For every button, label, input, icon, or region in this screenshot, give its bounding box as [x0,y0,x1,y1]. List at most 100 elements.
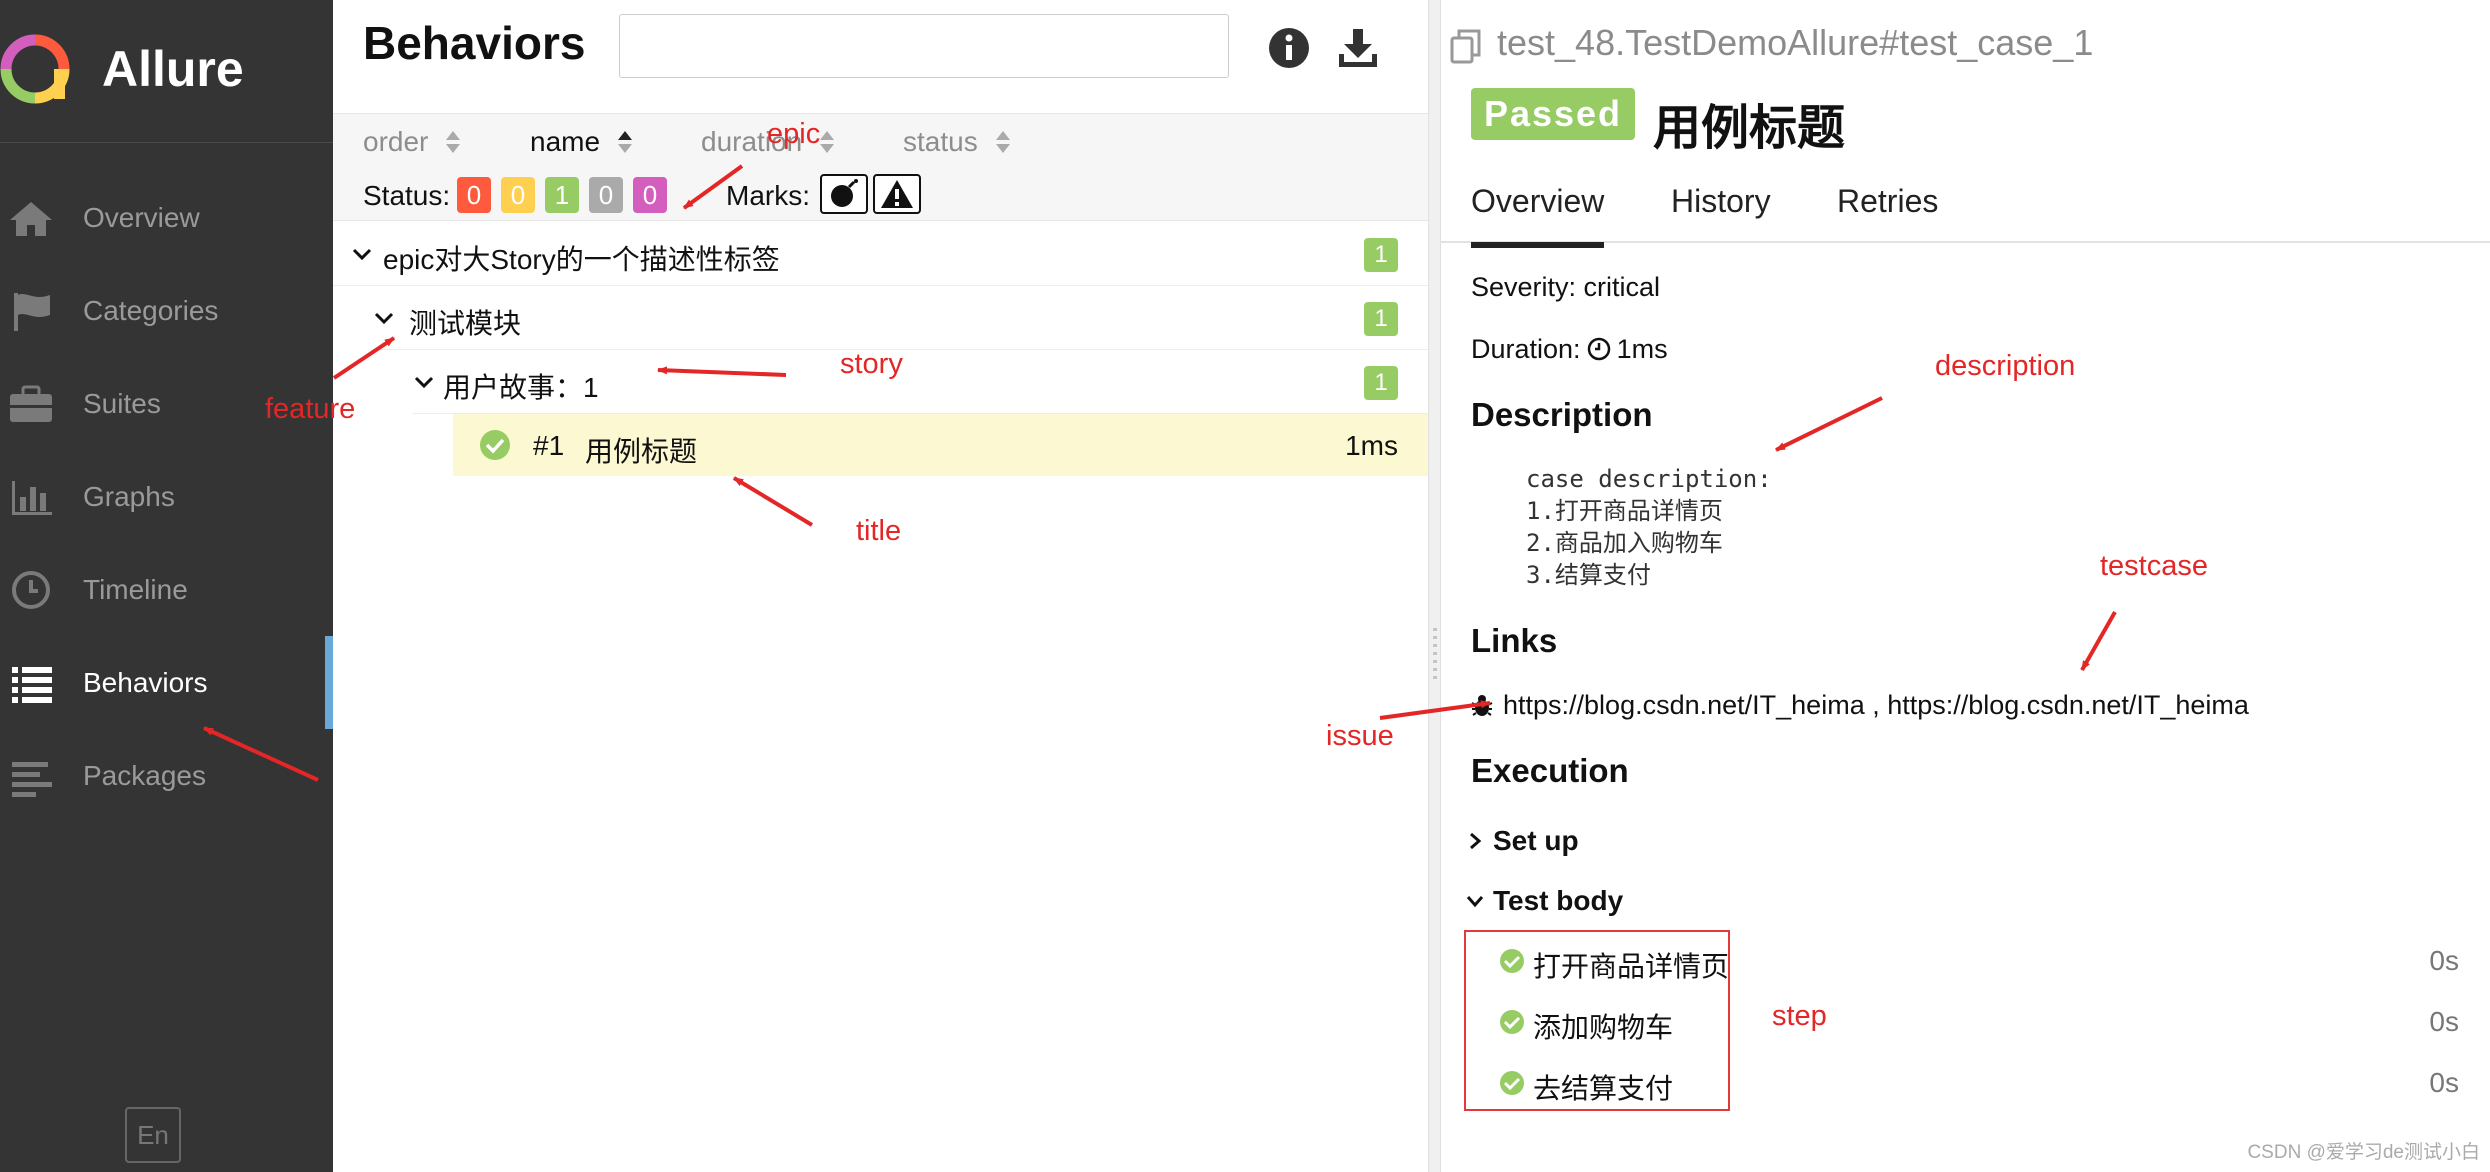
detail-tabs: Overview History Retries [1441,165,2490,248]
annotation-title: title [856,515,902,547]
case-number: #1 [533,430,565,461]
passed-check-icon [480,430,510,460]
link-text[interactable]: https://blog.csdn.net/IT_heima , https:/… [1503,690,2249,720]
splitter-grip [1433,668,1437,671]
test-body-label: Test body [1493,885,1624,916]
pane-splitter[interactable] [1428,0,1441,1172]
warning-icon [881,180,913,208]
tree-group-epic[interactable]: epic对大Story的一个描述性标签 1 [333,222,1428,286]
copy-icon[interactable] [1449,28,1483,64]
bomb-icon [831,179,858,207]
test-case-path: test_48.TestDemoAllure#test_case_1 [1497,22,2094,63]
count-badge: 1 [1364,366,1398,400]
sort-status[interactable]: status [903,126,1012,158]
sort-label: status [903,126,978,157]
sidebar-item-packages[interactable]: Packages [0,729,333,822]
tree-group-label: 用户故事：1 [443,372,599,403]
tree-group-story[interactable]: 用户故事：1 1 [413,350,1428,414]
tree-group-feature[interactable]: 测试模块 1 [373,286,1428,350]
test-body-section[interactable]: Test body [1465,885,1623,917]
sidebar-item-timeline[interactable]: Timeline [0,543,333,636]
flag-icon [14,293,50,331]
home-icon [10,202,52,236]
sort-arrows-icon [618,131,633,153]
annotation-testcase: testcase [2100,550,2208,582]
pane-title: Behaviors [363,17,586,69]
info-icon[interactable] [1267,26,1311,70]
sidebar-item-label: Overview [83,202,200,233]
behaviors-pane: Behaviors order name duration status Sta… [333,0,1428,1172]
chevron-down-icon [352,248,372,261]
sort-arrows-icon [446,131,461,153]
status-unknown-badge[interactable]: 0 [633,177,667,213]
status-failed-badge[interactable]: 0 [457,177,491,213]
sort-label: order [363,126,429,157]
splitter-grip [1433,644,1437,647]
clock-icon [1587,337,1610,361]
list-icon [12,667,52,703]
sidebar-item-behaviors[interactable]: Behaviors [0,636,333,729]
flaky-mark-button[interactable] [820,174,868,214]
tab-overview[interactable]: Overview [1471,183,1605,248]
tab-history[interactable]: History [1671,183,1771,220]
align-left-icon [12,762,52,797]
brand-name: Allure [102,41,244,97]
sort-arrows-icon [995,131,1010,153]
count-badge: 1 [1364,302,1398,336]
active-indicator [325,636,333,729]
watermark: CSDN @爱学习de测试小白 [2247,1142,2480,1163]
bug-icon [1471,695,1493,716]
step-duration: 0s [2429,1067,2459,1098]
links-heading: Links [1471,622,1558,659]
search-input[interactable] [619,14,1229,78]
links[interactable]: https://blog.csdn.net/IT_heima , https:/… [1471,690,2249,721]
execution-heading: Execution [1471,752,1629,789]
brand[interactable]: Allure [0,0,333,143]
annotation-issue: issue [1326,720,1394,752]
sidebar-item-categories[interactable]: Categories [0,264,333,357]
status-badge: Passed [1471,88,1635,140]
sidebar-item-label: Graphs [83,481,175,512]
annotation-story: story [840,348,903,380]
test-case-row[interactable]: #1 用例标题 1ms [453,414,1428,476]
chevron-down-icon [414,376,434,389]
status-broken-badge[interactable]: 0 [501,177,535,213]
clock-icon [12,571,50,609]
annotation-epic: epic [767,118,821,150]
sidebar-item-overview[interactable]: Overview [0,171,333,264]
sidebar: Allure Overview Categories Suites Graphs… [0,0,333,1172]
setup-section[interactable]: Set up [1465,825,1579,857]
status-skipped-badge[interactable]: 0 [589,177,623,213]
sidebar-item-label: Categories [83,295,219,326]
sidebar-item-label: Timeline [83,574,188,605]
test-case-title: 用例标题 [1653,102,1846,155]
description-text: case description: 1.打开商品详情页 2.商品加入购物车 3.… [1526,463,1772,591]
download-icon[interactable] [1336,26,1380,70]
count-badge: 1 [1364,238,1398,272]
description-line: case description: [1526,465,1772,493]
case-title: 用例标题 [585,436,698,467]
description-line: 1.打开商品详情页 [1526,497,1723,525]
duration: Duration: 1ms [1471,334,1668,365]
description-heading: Description [1471,396,1653,433]
sort-name[interactable]: name [530,126,634,158]
status-passed-badge[interactable]: 1 [545,177,579,213]
severity: Severity: critical [1471,272,1661,302]
chevron-right-icon [1470,832,1482,850]
splitter-grip [1433,660,1437,663]
setup-label: Set up [1493,825,1579,856]
sidebar-item-label: Suites [83,388,161,419]
sort-order[interactable]: order [363,126,462,158]
new-failed-mark-button[interactable] [873,174,921,214]
tab-retries[interactable]: Retries [1837,183,1938,220]
annotation-feature: feature [265,393,356,425]
annotation-step: step [1772,1000,1827,1032]
splitter-grip [1433,628,1437,631]
sort-arrows-icon [820,131,835,153]
splitter-grip [1433,676,1437,679]
language-button[interactable]: En [125,1107,181,1163]
tree-group-label: epic对大Story的一个描述性标签 [383,244,780,275]
duration-label: Duration: [1471,334,1581,364]
chevron-down-icon [1466,896,1484,908]
sidebar-item-graphs[interactable]: Graphs [0,450,333,543]
